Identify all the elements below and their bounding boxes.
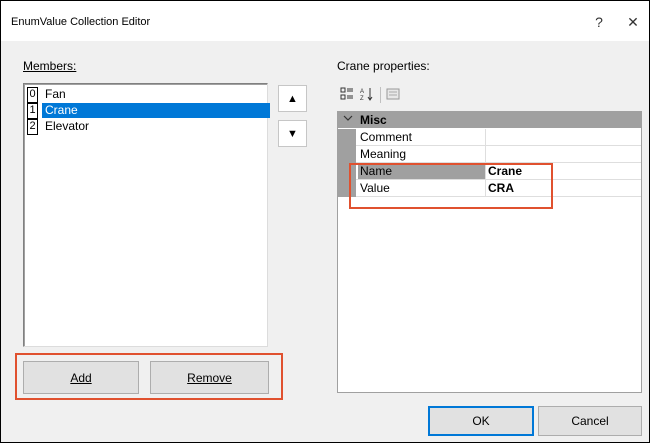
property-value[interactable]	[486, 146, 488, 162]
list-item[interactable]: 2 Elevator	[26, 119, 268, 135]
collection-editor-dialog: EnumValue Collection Editor ? ✕ Members:…	[0, 0, 650, 443]
list-item[interactable]: 1 Crane	[26, 103, 270, 119]
property-grid[interactable]: Misc Comment Meaning Name Crane Value CR…	[337, 111, 642, 393]
category-row[interactable]: Misc	[338, 112, 641, 128]
member-index: 1	[27, 103, 38, 119]
title-bar: EnumValue Collection Editor ? ✕	[1, 1, 649, 41]
add-button-label: Add	[70, 370, 92, 385]
member-name: Crane	[42, 103, 270, 118]
cancel-button[interactable]: Cancel	[538, 406, 642, 436]
arrow-up-icon: ▲	[287, 92, 298, 105]
members-list[interactable]: 0 Fan 1 Crane 2 Elevator	[23, 83, 270, 347]
category-label: Misc	[360, 113, 387, 127]
alphabetical-icon[interactable]: AZ	[359, 87, 375, 103]
row-gutter	[338, 146, 356, 163]
move-down-button[interactable]: ▼	[278, 120, 307, 147]
cancel-button-label: Cancel	[571, 414, 609, 428]
categorized-icon[interactable]	[339, 87, 355, 103]
ok-button-label: OK	[472, 414, 490, 428]
property-value[interactable]	[486, 129, 488, 145]
svg-text:Z: Z	[360, 96, 364, 101]
add-button[interactable]: Add	[23, 361, 139, 394]
svg-text:A: A	[360, 89, 364, 95]
name-value-highlight	[349, 163, 553, 209]
arrow-down-icon: ▼	[287, 127, 298, 140]
member-index: 2	[27, 119, 38, 135]
collapse-chevron-icon[interactable]	[343, 113, 353, 128]
row-gutter	[338, 129, 356, 146]
members-label: Members:	[23, 59, 77, 73]
remove-button[interactable]: Remove	[150, 361, 269, 394]
property-name: Comment	[358, 129, 486, 145]
property-name: Meaning	[358, 146, 486, 162]
member-name: Fan	[45, 87, 66, 101]
property-row[interactable]: Meaning	[338, 146, 641, 163]
property-pages-icon[interactable]	[385, 87, 401, 103]
move-up-button[interactable]: ▲	[278, 85, 307, 112]
toolbar-divider	[380, 87, 381, 103]
list-item[interactable]: 0 Fan	[26, 87, 268, 103]
window-title: EnumValue Collection Editor	[11, 16, 151, 28]
close-button[interactable]: ✕	[621, 10, 645, 34]
properties-label: Crane properties:	[337, 59, 430, 73]
member-name: Elevator	[45, 119, 90, 133]
property-row[interactable]: Comment	[338, 129, 641, 146]
help-button[interactable]: ?	[587, 10, 611, 34]
member-index: 0	[27, 87, 38, 103]
remove-button-label: Remove	[187, 370, 232, 385]
ok-button[interactable]: OK	[428, 406, 534, 436]
